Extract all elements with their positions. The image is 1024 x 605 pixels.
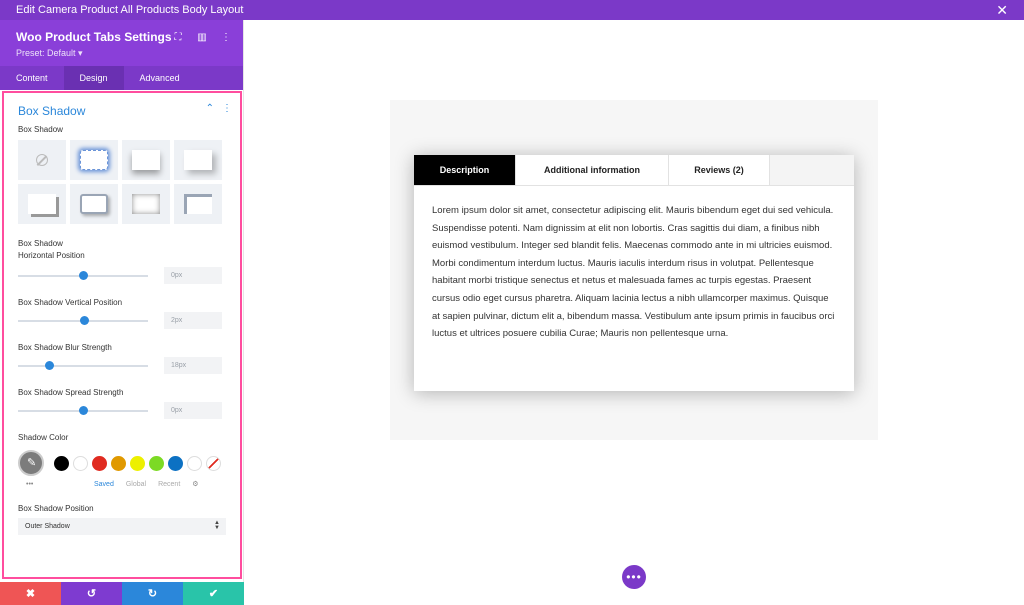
more-colors-icon[interactable]: ••• bbox=[26, 481, 33, 488]
horizontal-value-input[interactable]: 0px bbox=[164, 267, 222, 284]
swatch-tabs: ••• Saved Global Recent ⚙ bbox=[4, 480, 240, 489]
vertical-value-input[interactable]: 2px bbox=[164, 312, 222, 329]
color-swatch[interactable] bbox=[149, 455, 164, 471]
shadow-preset-2[interactable] bbox=[122, 140, 170, 180]
blur-value-input[interactable]: 18px bbox=[164, 357, 222, 374]
shadow-preset-5[interactable] bbox=[70, 184, 118, 224]
horizontal-label: Box Shadow Horizontal Position bbox=[18, 239, 85, 260]
spread-label: Box Shadow Spread Strength bbox=[18, 388, 124, 397]
blur-slider[interactable] bbox=[18, 360, 148, 370]
shadow-preset-6[interactable] bbox=[122, 184, 170, 224]
tab-advanced[interactable]: Advanced bbox=[124, 66, 196, 90]
shadow-preset-none[interactable] bbox=[18, 140, 66, 180]
color-swatch[interactable] bbox=[73, 455, 88, 471]
preset-dropdown[interactable]: Preset: Default ▾ bbox=[16, 48, 227, 59]
spread-value-input[interactable]: 0px bbox=[164, 402, 222, 419]
select-arrows-icon: ▲ ▼ bbox=[214, 520, 220, 531]
tab-body-text: Lorem ipsum dolor sit amet, consectetur … bbox=[432, 205, 835, 340]
editor-topbar: Edit Camera Product All Products Body La… bbox=[0, 0, 1024, 20]
tab-additional-information[interactable]: Additional information bbox=[516, 155, 669, 185]
horizontal-slider-row: 0px bbox=[4, 267, 240, 284]
select-value: Outer Shadow bbox=[25, 523, 70, 530]
horizontal-slider[interactable] bbox=[18, 270, 148, 280]
discard-button[interactable]: ✖ bbox=[0, 582, 61, 605]
save-button[interactable]: ✔ bbox=[183, 582, 244, 605]
slider-knob[interactable] bbox=[79, 270, 88, 280]
section-title: Box Shadow bbox=[18, 104, 86, 118]
panel-tabs: Content Design Advanced bbox=[0, 66, 243, 90]
color-swatch[interactable] bbox=[111, 455, 126, 471]
color-swatches bbox=[4, 450, 240, 476]
no-color-swatch[interactable] bbox=[206, 455, 221, 471]
panel-header: Woo Product Tabs Settings Preset: Defaul… bbox=[0, 20, 243, 66]
slider-knob[interactable] bbox=[80, 315, 90, 325]
color-swatch[interactable] bbox=[92, 455, 107, 471]
tab-design[interactable]: Design bbox=[63, 66, 124, 90]
tab-reviews[interactable]: Reviews (2) bbox=[669, 155, 770, 185]
sidebar-icon[interactable]: ▥ bbox=[197, 32, 207, 43]
more-icon[interactable]: ⋮ bbox=[221, 32, 231, 43]
gear-icon[interactable]: ⚙ bbox=[192, 480, 198, 488]
swatch-tab-recent[interactable]: Recent bbox=[158, 481, 180, 488]
more-icon[interactable]: ⋮ bbox=[222, 103, 232, 114]
color-swatch[interactable] bbox=[187, 455, 202, 471]
position-label: Box Shadow Position bbox=[18, 504, 94, 513]
more-actions-button[interactable]: ••• bbox=[622, 565, 646, 589]
tab-description[interactable]: Description bbox=[414, 155, 516, 185]
color-swatch[interactable] bbox=[168, 455, 183, 471]
spread-slider[interactable] bbox=[18, 405, 148, 415]
vertical-slider[interactable] bbox=[18, 315, 148, 325]
none-icon bbox=[36, 154, 48, 166]
swatch-tab-saved[interactable]: Saved bbox=[94, 481, 114, 488]
shadow-preset-3[interactable] bbox=[174, 140, 222, 180]
blur-slider-row: 18px bbox=[4, 357, 240, 374]
color-swatch[interactable] bbox=[130, 455, 145, 471]
preview-canvas: Description Additional information Revie… bbox=[390, 100, 878, 440]
redo-button[interactable]: ↻ bbox=[122, 582, 183, 605]
undo-button[interactable]: ↺ bbox=[61, 582, 122, 605]
slider-knob[interactable] bbox=[45, 360, 55, 370]
editor-title: Edit Camera Product All Products Body La… bbox=[16, 4, 244, 16]
box-shadow-section: Box Shadow ⌃ ⋮ Box Shadow Box Shadow Hor… bbox=[2, 91, 242, 579]
spread-slider-row: 0px bbox=[4, 402, 240, 419]
shadow-presets bbox=[4, 140, 240, 224]
slider-knob[interactable] bbox=[79, 405, 88, 415]
shadow-preset-4[interactable] bbox=[18, 184, 66, 224]
box-shadow-label: Box Shadow bbox=[18, 125, 63, 134]
panel-action-bar: ✖ ↺ ↻ ✔ bbox=[0, 582, 244, 605]
vertical-slider-row: 2px bbox=[4, 312, 240, 329]
swatch-tab-global[interactable]: Global bbox=[126, 481, 146, 488]
box-shadow-header[interactable]: Box Shadow ⌃ ⋮ bbox=[4, 93, 240, 125]
product-tabs: Description Additional information Revie… bbox=[414, 155, 854, 186]
color-swatch[interactable] bbox=[54, 455, 69, 471]
vertical-label: Box Shadow Vertical Position bbox=[18, 298, 123, 307]
product-tabs-module[interactable]: Description Additional information Revie… bbox=[414, 155, 854, 391]
shadow-position-select[interactable]: Outer Shadow ▲ ▼ bbox=[18, 518, 226, 535]
shadow-preset-1[interactable] bbox=[70, 140, 118, 180]
shadow-preset-7[interactable] bbox=[174, 184, 222, 224]
tab-content[interactable]: Content bbox=[0, 66, 64, 90]
shadow-color-label: Shadow Color bbox=[18, 433, 69, 442]
chevron-up-icon[interactable]: ⌃ bbox=[206, 103, 214, 114]
fullscreen-icon[interactable]: ⛶ bbox=[173, 32, 183, 43]
eyedropper-icon[interactable] bbox=[18, 450, 44, 476]
close-icon[interactable]: ✕ bbox=[996, 3, 1008, 17]
blur-label: Box Shadow Blur Strength bbox=[18, 343, 112, 352]
